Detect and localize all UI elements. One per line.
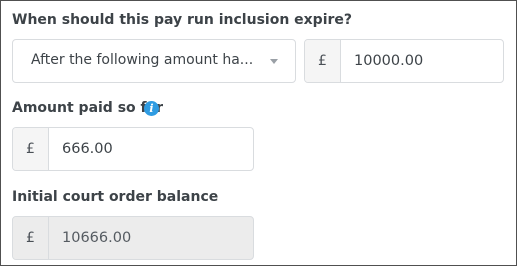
info-icon[interactable]: i <box>144 101 159 116</box>
expiry-label: When should this pay run inclusion expir… <box>12 12 353 28</box>
currency-prefix: £ <box>305 40 341 82</box>
initial-balance-value: 10666.00 <box>62 230 132 246</box>
currency-prefix: £ <box>13 128 49 170</box>
pay-run-inclusion-form: When should this pay run inclusion expir… <box>0 0 517 266</box>
initial-balance-field: £ 10666.00 <box>12 216 254 260</box>
expiry-type-select-value: After the following amount ha... <box>31 52 254 68</box>
paid-so-far-label: Amount paid so far <box>12 100 163 116</box>
paid-so-far-field[interactable]: £ 666.00 <box>12 127 254 171</box>
expiry-amount-field[interactable]: £ 10000.00 <box>304 39 504 83</box>
expiry-amount-value[interactable]: 10000.00 <box>341 40 503 82</box>
paid-so-far-value[interactable]: 666.00 <box>49 128 253 170</box>
chevron-down-icon <box>270 59 278 64</box>
initial-balance-label: Initial court order balance <box>12 189 219 205</box>
expiry-type-select[interactable]: After the following amount ha... <box>12 39 296 83</box>
currency-prefix: £ <box>13 217 49 259</box>
